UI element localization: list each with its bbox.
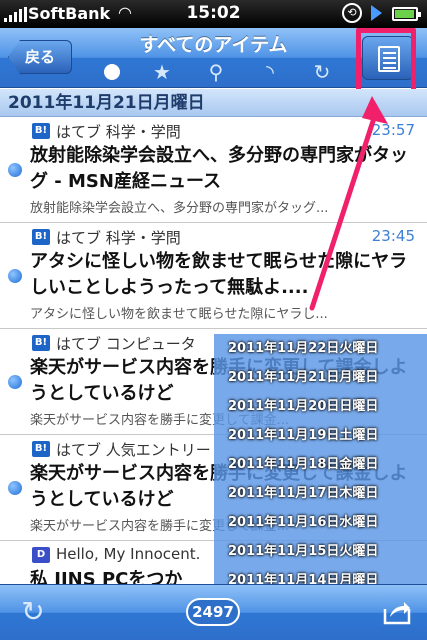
clock: 15:02 [186,3,241,23]
date-option[interactable]: 2011年11月15日火曜日 [214,537,427,566]
item-title: 放射能除染学会設立へ、多分野の専門家がタッグ - MSN産経ニュース [30,145,408,192]
back-button[interactable]: 戻る [8,40,72,74]
source-badge: D [32,547,50,563]
status-bar: SoftBank ◠ 15:02 ⟲ [0,0,427,28]
bottom-toolbar: ↻ 2497 [0,584,427,640]
star-icon[interactable]: ★ [150,60,174,84]
item-snippet: 放射能除染学会設立へ、多分野の専門家がタッグ... [30,201,329,216]
filter-segment: ★ ⚲ ◝ ↻ [100,60,330,84]
item-source: Hello, My Innocent. [56,545,201,563]
date-option[interactable]: 2011年11月19日土曜日 [214,421,427,450]
item-source: はてブ 人気エントリー [56,441,211,459]
date-option[interactable]: 2011年11月22日火曜日 [214,334,427,363]
play-icon [371,5,382,21]
date-option[interactable]: 2011年11月17日木曜日 [214,479,427,508]
source-badge: B! [32,441,50,457]
rss-icon[interactable]: ◝ [258,60,282,84]
item-time: 23:45 [371,227,415,245]
date-option[interactable]: 2011年11月20日日曜日 [214,392,427,421]
callout-highlight-box [356,28,416,94]
item-source: はてブ コンピュータ [56,335,196,353]
page-title: すべてのアイテム [139,34,288,56]
item-time: 23:57 [371,121,415,139]
unread-dot-icon [8,375,22,389]
date-option[interactable]: 2011年11月21日月曜日 [214,363,427,392]
refresh-icon[interactable]: ↻ [18,597,48,627]
date-option[interactable]: 2011年11月16日水曜日 [214,508,427,537]
source-badge: B! [32,335,50,351]
unread-dot-icon [8,481,22,495]
unread-dot-icon [8,269,22,283]
reload-icon[interactable]: ↻ [310,60,334,84]
item-source: はてブ 科学・学問 [56,123,181,141]
all-items-dot-icon[interactable] [100,60,124,84]
list-item[interactable]: B! はてブ 科学・学問 23:57 放射能除染学会設立へ、多分野の専門家がタッグ -… [0,117,427,223]
item-title: アタシに怪しい物を飲ませて眠らせた隙にヤラしいことしようったって無駄よ.... [30,251,408,298]
unread-dot-icon [8,163,22,177]
list-item[interactable]: B! はてブ 科学・学問 23:45 アタシに怪しい物を飲ませて眠らせた隙にヤラしいこ… [0,223,427,329]
source-badge: B! [32,229,50,245]
date-jump-list: 2011年11月22日火曜日 2011年11月21日月曜日 2011年11月20日日… [214,334,427,588]
item-source: はてブ 科学・学問 [56,229,181,247]
item-snippet: アタシに怪しい物を飲ませて眠らせた隙にヤラし... [30,307,328,322]
source-badge: B! [32,123,50,139]
section-date-header: 2011年11月21日月曜日 [0,89,427,117]
date-option[interactable]: 2011年11月18日金曜日 [214,450,427,479]
search-icon[interactable]: ⚲ [204,60,228,84]
share-icon[interactable] [382,597,412,627]
rotation-lock-icon: ⟲ [342,3,362,23]
unread-count-badge[interactable]: 2497 [186,598,240,626]
battery-icon [392,7,421,21]
